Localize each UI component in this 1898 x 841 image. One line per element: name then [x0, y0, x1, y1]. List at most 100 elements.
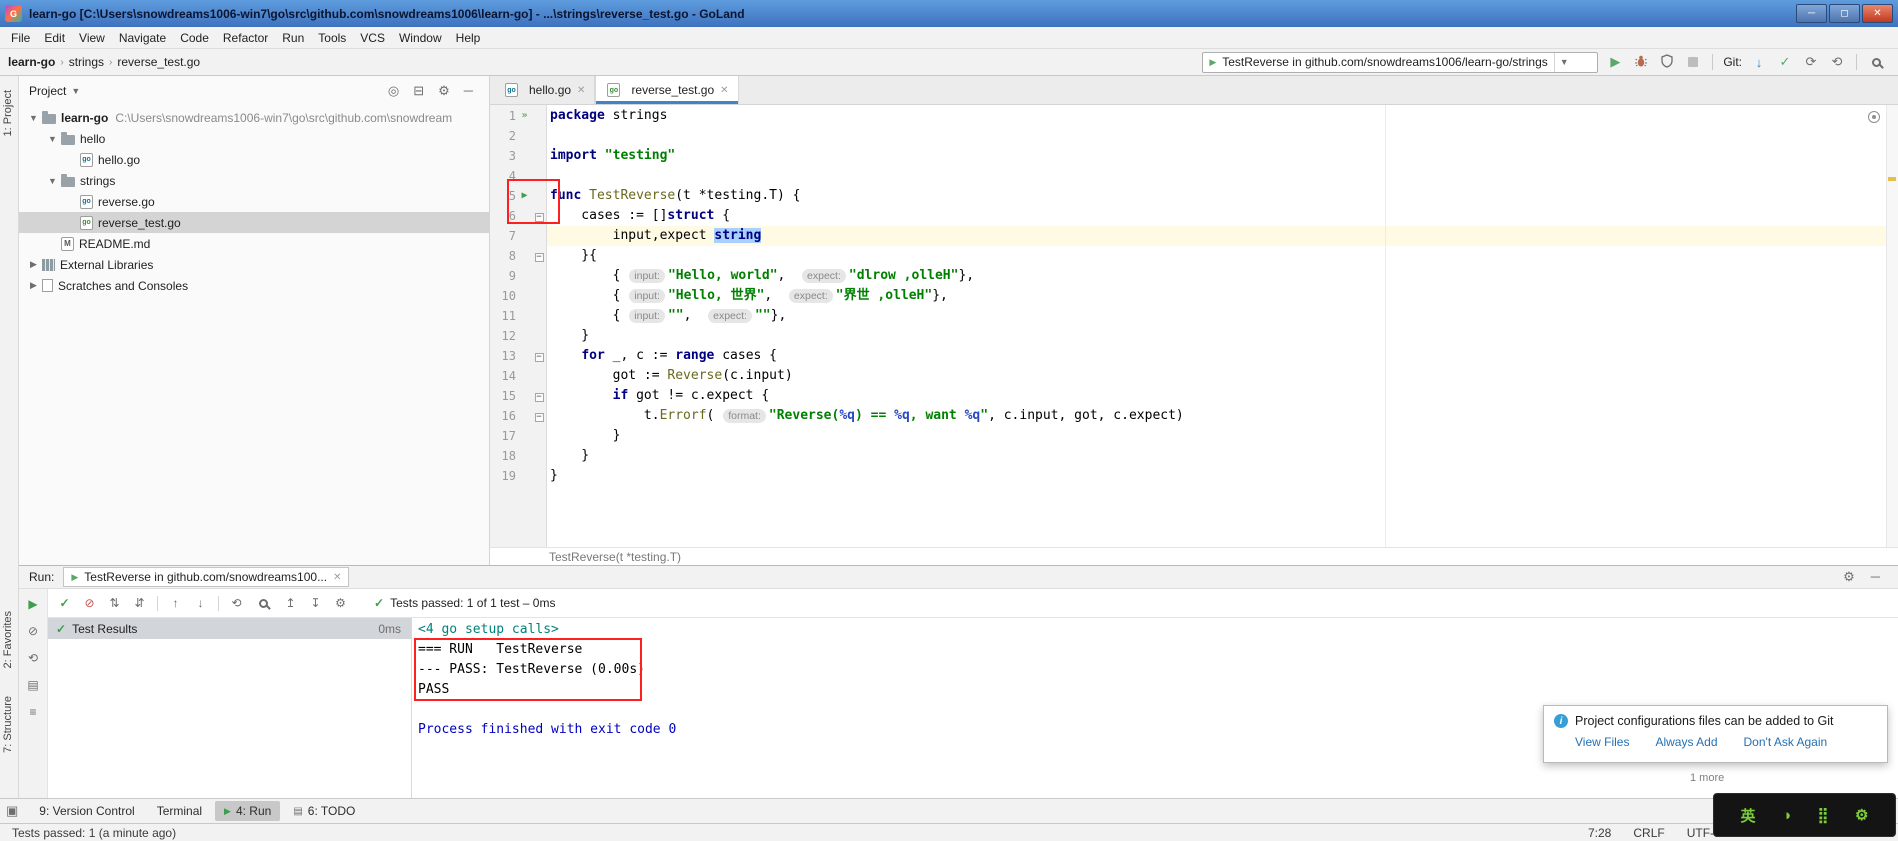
fold-icon[interactable]: −	[534, 253, 544, 262]
breadcrumb-file[interactable]: reverse_test.go	[117, 55, 200, 69]
tab-reverse-test-go[interactable]: go reverse_test.go ✕	[595, 76, 739, 104]
export-tests-icon[interactable]: ↧	[308, 596, 323, 610]
hide-panel-icon[interactable]: ─	[464, 83, 473, 99]
gear-icon[interactable]: ⚙	[438, 83, 450, 99]
menu-navigate[interactable]: Navigate	[112, 28, 173, 48]
run-configuration-select[interactable]: ▶ TestReverse in github.com/snowdreams10…	[1202, 51, 1599, 73]
code-line[interactable]: 10 { input: "Hello, 世界", expect: "界世 ,olle…	[490, 286, 1898, 306]
search-everywhere-icon[interactable]	[1872, 57, 1881, 67]
editor-code[interactable]: 1» package strings 2 3 import "testing" 4 5 ▶ fu…	[490, 105, 1898, 547]
tree-item-learn-go[interactable]: ▼ learn-go C:\Users\snowdreams1006-win7\go…	[19, 107, 489, 128]
tab-hello-go[interactable]: go hello.go ✕	[494, 76, 596, 104]
toolwindow-terminal[interactable]: Terminal	[148, 801, 211, 821]
menu-code[interactable]: Code	[173, 28, 216, 48]
code-line[interactable]: 2	[490, 126, 1898, 146]
toolwindow-version-control[interactable]: 9: Version Control	[30, 801, 143, 821]
ime-settings-icon[interactable]: ⚙	[1855, 806, 1868, 824]
debug-icon[interactable]	[1632, 54, 1650, 71]
view-files-link[interactable]: View Files	[1575, 735, 1629, 749]
restart-icon[interactable]: ⟲	[28, 651, 38, 665]
fold-icon[interactable]: −	[534, 353, 544, 362]
code-line[interactable]: 1» package strings	[490, 106, 1898, 126]
run-file-gutter-icon[interactable]: »	[516, 106, 533, 126]
code-line[interactable]: 8− }{	[490, 246, 1898, 266]
navigate-with-single-click-icon[interactable]	[259, 598, 268, 608]
menu-help[interactable]: Help	[449, 28, 488, 48]
code-line[interactable]: 13 − for _, c := range cases {	[490, 346, 1898, 366]
menu-run[interactable]: Run	[275, 28, 311, 48]
collapse-all-icon[interactable]: ⊟	[413, 83, 424, 99]
toolwindow-switcher-icon[interactable]: ▣	[6, 803, 18, 819]
locate-file-icon[interactable]: ◎	[388, 83, 399, 99]
fold-icon[interactable]: −	[534, 413, 544, 422]
console-line[interactable]: <4 go setup calls>	[418, 620, 1898, 640]
gear-icon[interactable]: ⚙	[333, 596, 348, 610]
tree-item-hello[interactable]: ▼ hello	[19, 128, 489, 149]
warning-stripe-mark[interactable]	[1888, 177, 1896, 181]
code-line[interactable]: 19}	[490, 466, 1898, 486]
run-panel-tab[interactable]: ▶ TestReverse in github.com/snowdreams10…	[63, 567, 350, 587]
inspections-widget-icon[interactable]	[1868, 111, 1880, 123]
code-line[interactable]: 7 input,expect string	[490, 226, 1898, 246]
sort-by-duration-icon[interactable]: ⇵	[132, 596, 147, 610]
tree-arrow-icon[interactable]: ▼	[27, 113, 40, 123]
breadcrumb-project[interactable]: learn-go	[8, 55, 55, 69]
fold-icon[interactable]: −	[534, 393, 544, 402]
code-line[interactable]: 11 { input: "", expect: ""},	[490, 306, 1898, 326]
tree-item-hello-go[interactable]: go hello.go	[19, 149, 489, 170]
close-tab-icon[interactable]: ✕	[720, 85, 728, 96]
maximize-button[interactable]: ◻	[1829, 4, 1860, 23]
ime-board-icon[interactable]: ⣿	[1818, 806, 1829, 824]
tree-item-external-libraries[interactable]: ▶ External Libraries	[19, 254, 489, 275]
toolwindow-stripe-structure[interactable]: 7: Structure	[2, 696, 14, 753]
editor-scrollbar[interactable]	[1886, 105, 1898, 547]
tree-arrow-icon[interactable]: ▶	[27, 259, 40, 270]
pin-icon[interactable]: ≡	[29, 705, 36, 719]
menu-vcs[interactable]: VCS	[353, 28, 392, 48]
menu-window[interactable]: Window	[392, 28, 449, 48]
ime-language-indicator[interactable]: 英	[1740, 805, 1755, 826]
next-failed-icon[interactable]: ↓	[193, 596, 208, 610]
git-rollback-icon[interactable]: ⟲	[1828, 54, 1846, 70]
tree-item-strings[interactable]: ▼ strings	[19, 170, 489, 191]
status-message[interactable]: Tests passed: 1 (a minute ago)	[12, 826, 176, 840]
dont-ask-again-link[interactable]: Don't Ask Again	[1744, 735, 1828, 749]
git-history-icon[interactable]: ⟳	[1802, 54, 1820, 70]
code-line[interactable]: 5 ▶ func TestReverse(t *testing.T) {	[490, 186, 1898, 206]
gear-icon[interactable]: ⚙	[1843, 569, 1855, 585]
code-line[interactable]: 3 import "testing"	[490, 146, 1898, 166]
dump-icon[interactable]: ▤	[27, 678, 38, 692]
stop-icon[interactable]	[1688, 57, 1699, 67]
always-add-link[interactable]: Always Add	[1655, 735, 1717, 749]
tree-item-reverse-go[interactable]: go reverse.go	[19, 191, 489, 212]
menu-tools[interactable]: Tools	[311, 28, 353, 48]
menu-refactor[interactable]: Refactor	[216, 28, 275, 48]
close-button[interactable]: ✕	[1862, 4, 1893, 23]
menu-view[interactable]: View	[72, 28, 112, 48]
tree-arrow-icon[interactable]: ▶	[27, 280, 40, 291]
code-line[interactable]: 12 }	[490, 326, 1898, 346]
import-tests-icon[interactable]: ↥	[283, 596, 298, 610]
git-update-icon[interactable]: ↓	[1750, 55, 1768, 70]
test-results-row[interactable]: ✓ Test Results 0ms	[48, 618, 411, 639]
close-tab-icon[interactable]: ✕	[333, 572, 341, 583]
git-commit-icon[interactable]: ✓	[1776, 54, 1794, 70]
toolwindow-stripe-project[interactable]: 1: Project	[2, 90, 14, 136]
stop-icon[interactable]: ⊘	[28, 624, 38, 638]
code-line[interactable]: 16− t.Errorf( format: "Reverse(%q) == %q,…	[490, 406, 1898, 426]
code-line[interactable]: 4	[490, 166, 1898, 186]
hide-panel-icon[interactable]: ─	[1871, 569, 1880, 585]
more-notifications[interactable]: 1 more	[1690, 772, 1724, 784]
test-history-icon[interactable]: ⟲	[229, 596, 244, 610]
menu-file[interactable]: File	[4, 28, 37, 48]
tree-arrow-icon[interactable]: ▼	[46, 134, 59, 144]
line-separator[interactable]: CRLF	[1633, 826, 1664, 840]
code-line[interactable]: 6− cases := []struct {	[490, 206, 1898, 226]
coverage-icon[interactable]	[1658, 53, 1676, 71]
chevron-down-icon[interactable]: ▼	[71, 86, 80, 96]
project-panel-title[interactable]: Project	[29, 84, 66, 98]
sort-alphabetically-icon[interactable]: ⇅	[107, 596, 122, 610]
breadcrumb-folder[interactable]: strings	[69, 55, 104, 69]
toolwindow-run[interactable]: ▶ 4: Run	[215, 801, 281, 821]
tree-item-readme-md[interactable]: M README.md	[19, 233, 489, 254]
